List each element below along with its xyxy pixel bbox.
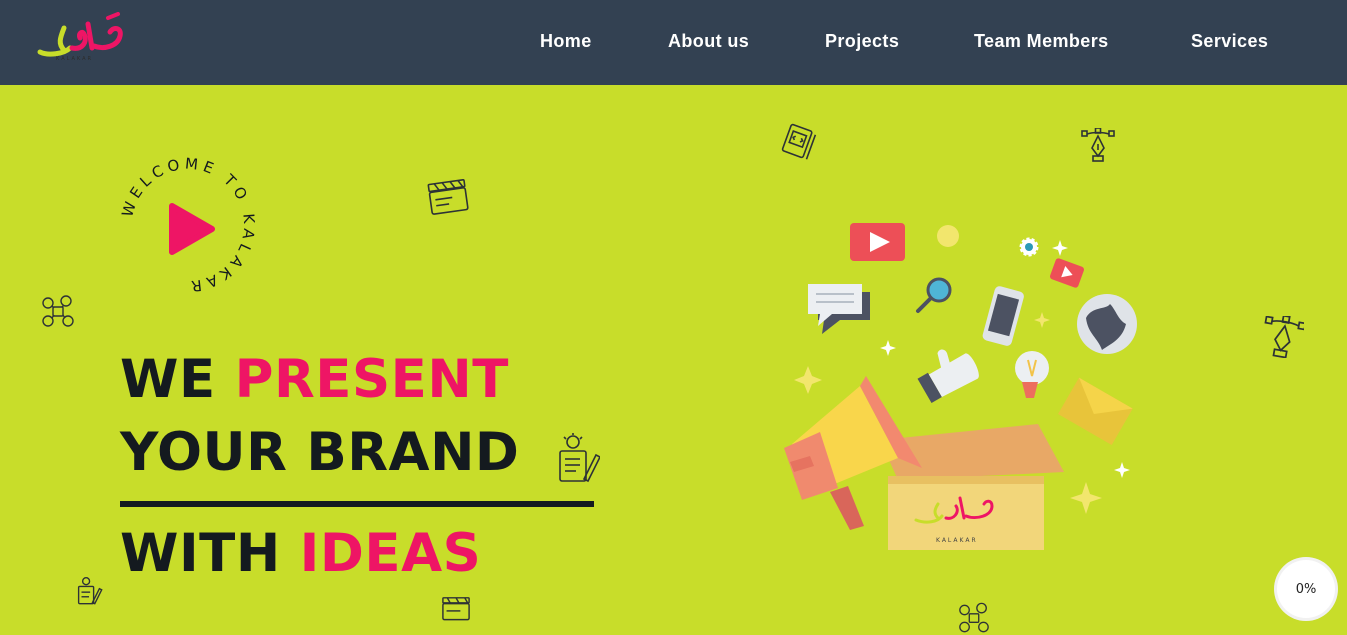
hero-line-3-dark: WITH bbox=[120, 523, 281, 584]
nav-services[interactable]: Services bbox=[1191, 31, 1268, 52]
idea-notepad-icon bbox=[559, 433, 600, 483]
hero-divider bbox=[120, 501, 594, 507]
clapperboard-icon bbox=[427, 178, 469, 215]
hero-line-3-pink: IDEAS bbox=[299, 523, 482, 584]
youtube-icon bbox=[850, 223, 905, 261]
scroll-progress-label: 0% bbox=[1295, 581, 1317, 597]
welcome-badge[interactable]: WELCOME TO KALAKAR bbox=[113, 150, 263, 300]
megaphone-box-illustration: KALAKAR bbox=[784, 223, 1137, 550]
site-header: KALAKAR Home About us Projects Team Memb… bbox=[0, 0, 1347, 85]
design-book-icon bbox=[781, 123, 817, 160]
social-network-icon-bottom bbox=[959, 602, 989, 633]
scroll-progress-badge[interactable]: 0% bbox=[1277, 560, 1335, 618]
hero-line-2: YOUR BRAND bbox=[120, 422, 520, 483]
social-network-icon bbox=[42, 295, 74, 327]
pen-tool-icon bbox=[1081, 128, 1115, 162]
nav-projects[interactable]: Projects bbox=[825, 31, 899, 52]
logo-tagline: KALAKAR bbox=[56, 56, 94, 62]
nav-team-members[interactable]: Team Members bbox=[974, 31, 1109, 52]
nav-about-us[interactable]: About us bbox=[668, 31, 749, 52]
hero-line-1-dark: WE bbox=[120, 349, 216, 410]
nav-home[interactable]: Home bbox=[540, 31, 592, 52]
hero-line-1: WE PRESENT bbox=[120, 353, 509, 406]
phone-icon bbox=[982, 286, 1024, 346]
hero-line-1-pink: PRESENT bbox=[234, 349, 509, 410]
idea-notepad-icon-small bbox=[77, 577, 103, 605]
box-logo-text: KALAKAR bbox=[936, 537, 978, 544]
clapperboard-icon-small bbox=[442, 597, 470, 621]
pen-tool-icon-right bbox=[1264, 316, 1304, 358]
hero-line-3: WITH IDEAS bbox=[120, 527, 481, 580]
play-icon bbox=[169, 203, 215, 255]
